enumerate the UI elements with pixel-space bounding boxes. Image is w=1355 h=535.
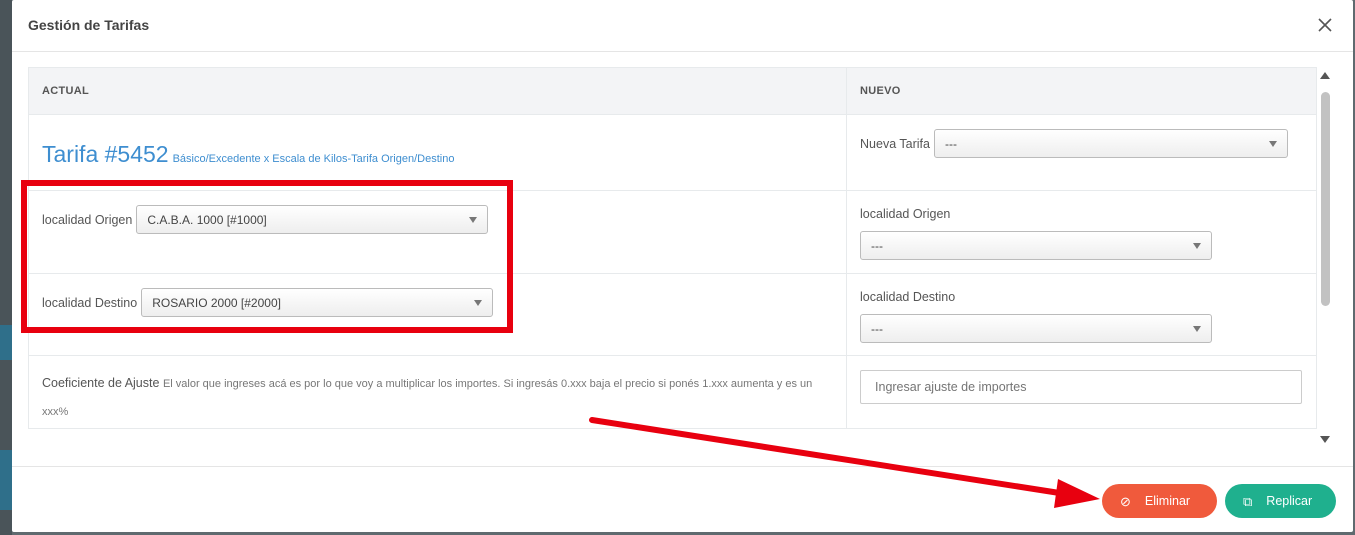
chevron-down-icon — [1193, 326, 1202, 332]
nuevo-origen-select[interactable]: --- — [860, 231, 1213, 260]
nuevo-origen-cell: localidad Origen --- — [846, 190, 1317, 274]
coeficiente-input[interactable] — [860, 370, 1303, 404]
scrollbar[interactable] — [1317, 68, 1333, 448]
actual-origen-label: localidad Origen — [42, 212, 133, 227]
eliminar-button[interactable]: ⊘ Eliminar — [1102, 484, 1217, 518]
close-button[interactable] — [1313, 13, 1337, 37]
backdrop-accent — [0, 325, 12, 360]
copy-icon: ⧉ — [1243, 493, 1253, 509]
nueva-tarifa-cell: Nueva Tarifa --- — [846, 114, 1317, 191]
column-header-nuevo: NUEVO — [846, 67, 1317, 115]
table-row: Tarifa #5452 Básico/Excedente x Escala de… — [27, 114, 1317, 191]
scroll-down-icon[interactable] — [1320, 436, 1330, 443]
nuevo-destino-label: localidad Destino — [860, 290, 956, 304]
replicar-button[interactable]: ⧉ Replicar — [1225, 484, 1336, 518]
chevron-down-icon — [469, 217, 478, 223]
eliminar-label: Eliminar — [1144, 494, 1191, 508]
nuevo-origen-label: localidad Origen — [860, 207, 951, 221]
tarifa-subtitle: Básico/Excedente x Escala de Kilos-Tarif… — [172, 153, 455, 165]
table-header-row: ACTUAL NUEVO — [27, 67, 1317, 115]
actual-destino-label: localidad Destino — [42, 295, 138, 310]
coeficiente-input-cell — [846, 355, 1317, 429]
coeficiente-description: Coeficiente de Ajuste El valor que ingre… — [42, 370, 833, 426]
modal-footer: ⊘ Eliminar ⧉ Replicar — [12, 466, 1353, 532]
nuevo-origen-field: localidad Origen --- — [860, 207, 1316, 260]
coeficiente-cell: Coeficiente de Ajuste El valor que ingre… — [27, 355, 848, 429]
nuevo-destino-field: localidad Destino --- — [860, 290, 1316, 343]
actual-destino-cell: localidad Destino ROSARIO 2000 [#2000] — [27, 273, 848, 356]
actual-destino-value: ROSARIO 2000 [#2000] — [152, 296, 281, 310]
backdrop-accent — [0, 450, 12, 510]
actual-origen-value: C.A.B.A. 1000 [#1000] — [147, 213, 267, 227]
column-header-actual: ACTUAL — [27, 67, 848, 115]
nuevo-destino-select[interactable]: --- — [860, 314, 1213, 343]
actual-origen-field: localidad Origen C.A.B.A. 1000 [#1000] — [42, 205, 846, 234]
actual-origen-cell: localidad Origen C.A.B.A. 1000 [#1000] — [27, 190, 848, 274]
nueva-tarifa-value: --- — [944, 137, 957, 151]
nuevo-origen-value: --- — [871, 239, 884, 253]
actual-destino-field: localidad Destino ROSARIO 2000 [#2000] — [42, 288, 846, 317]
table-row: Coeficiente de Ajuste El valor que ingre… — [27, 355, 1317, 429]
table-row: localidad Origen C.A.B.A. 1000 [#1000] lo… — [27, 190, 1317, 274]
modal-title: Gestión de Tarifas — [28, 17, 150, 33]
nuevo-destino-cell: localidad Destino --- — [846, 273, 1317, 356]
tarifas-table: ACTUAL NUEVO Tarifa #5452 Básico/Excedent… — [27, 67, 1317, 429]
chevron-down-icon — [1193, 243, 1202, 249]
modal-header: Gestión de Tarifas — [12, 0, 1353, 52]
ban-icon: ⊘ — [1120, 493, 1131, 509]
nuevo-destino-value: --- — [871, 322, 884, 336]
nueva-tarifa-select[interactable]: --- — [933, 129, 1288, 158]
tarifa-cell: Tarifa #5452 Básico/Excedente x Escala de… — [27, 114, 848, 191]
chevron-down-icon — [1268, 141, 1277, 147]
close-icon — [1318, 18, 1332, 32]
table-row: localidad Destino ROSARIO 2000 [#2000] lo… — [27, 273, 1317, 356]
tarifas-modal: Gestión de Tarifas ACTUAL NUEVO Tarifa #… — [12, 0, 1353, 532]
coeficiente-label: Coeficiente de Ajuste — [42, 376, 160, 390]
actual-destino-select[interactable]: ROSARIO 2000 [#2000] — [141, 288, 494, 317]
chevron-down-icon — [474, 300, 483, 306]
nueva-tarifa-label: Nueva Tarifa — [860, 136, 930, 151]
actual-origen-select[interactable]: C.A.B.A. 1000 [#1000] — [136, 205, 489, 234]
scroll-up-icon[interactable] — [1320, 72, 1330, 79]
modal-body: ACTUAL NUEVO Tarifa #5452 Básico/Excedent… — [12, 52, 1353, 466]
replicar-label: Replicar — [1266, 494, 1313, 508]
scroll-thumb[interactable] — [1321, 92, 1330, 306]
nueva-tarifa-field: Nueva Tarifa --- — [860, 129, 1316, 158]
tarifa-title: Tarifa #5452 — [42, 141, 169, 167]
